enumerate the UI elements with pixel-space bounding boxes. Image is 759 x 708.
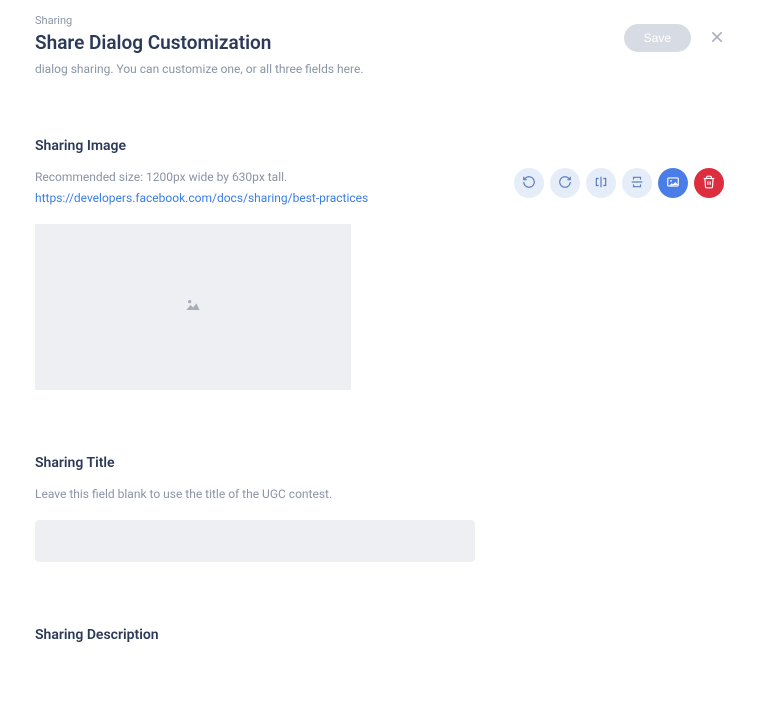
breadcrumb: Sharing (35, 14, 271, 27)
image-toolbar (514, 168, 724, 198)
close-icon (709, 25, 725, 51)
intro-text: dialog sharing. You can customize one, o… (35, 60, 724, 78)
sharing-title-input[interactable] (35, 520, 475, 562)
content-area: dialog sharing. You can customize one, o… (0, 60, 759, 708)
save-button[interactable]: Save (624, 24, 691, 52)
image-section-row: Recommended size: 1200px wide by 630px t… (35, 168, 724, 206)
header-right: Save (624, 24, 735, 52)
flip-horizontal-icon (594, 175, 608, 192)
image-hint-wrap: Recommended size: 1200px wide by 630px t… (35, 168, 368, 206)
header-bar: Sharing Share Dialog Customization Save (0, 0, 759, 60)
flip-horizontal-button[interactable] (586, 168, 616, 198)
flip-vertical-button[interactable] (622, 168, 652, 198)
best-practices-link[interactable]: https://developers.facebook.com/docs/sha… (35, 191, 368, 205)
flip-vertical-icon (630, 175, 644, 192)
header-left: Sharing Share Dialog Customization (35, 14, 271, 54)
delete-button[interactable] (694, 168, 724, 198)
image-upload-placeholder[interactable] (35, 224, 351, 390)
sharing-description-section: Sharing Description (35, 627, 724, 643)
close-button[interactable] (705, 26, 729, 50)
page-title: Share Dialog Customization (35, 31, 271, 54)
undo-icon (522, 175, 536, 192)
sharing-title-label: Sharing Title (35, 455, 724, 471)
image-icon (666, 175, 680, 192)
undo-button[interactable] (514, 168, 544, 198)
sharing-image-title: Sharing Image (35, 138, 724, 154)
redo-icon (558, 175, 572, 192)
sharing-image-hint: Recommended size: 1200px wide by 630px t… (35, 168, 368, 187)
sharing-title-section: Sharing Title Leave this field blank to … (35, 455, 724, 562)
sharing-title-hint: Leave this field blank to use the title … (35, 485, 724, 504)
redo-button[interactable] (550, 168, 580, 198)
trash-icon (702, 175, 716, 192)
image-placeholder-icon (183, 295, 203, 319)
image-button[interactable] (658, 168, 688, 198)
sharing-description-label: Sharing Description (35, 627, 724, 643)
sharing-image-section: Sharing Image Recommended size: 1200px w… (35, 138, 724, 390)
